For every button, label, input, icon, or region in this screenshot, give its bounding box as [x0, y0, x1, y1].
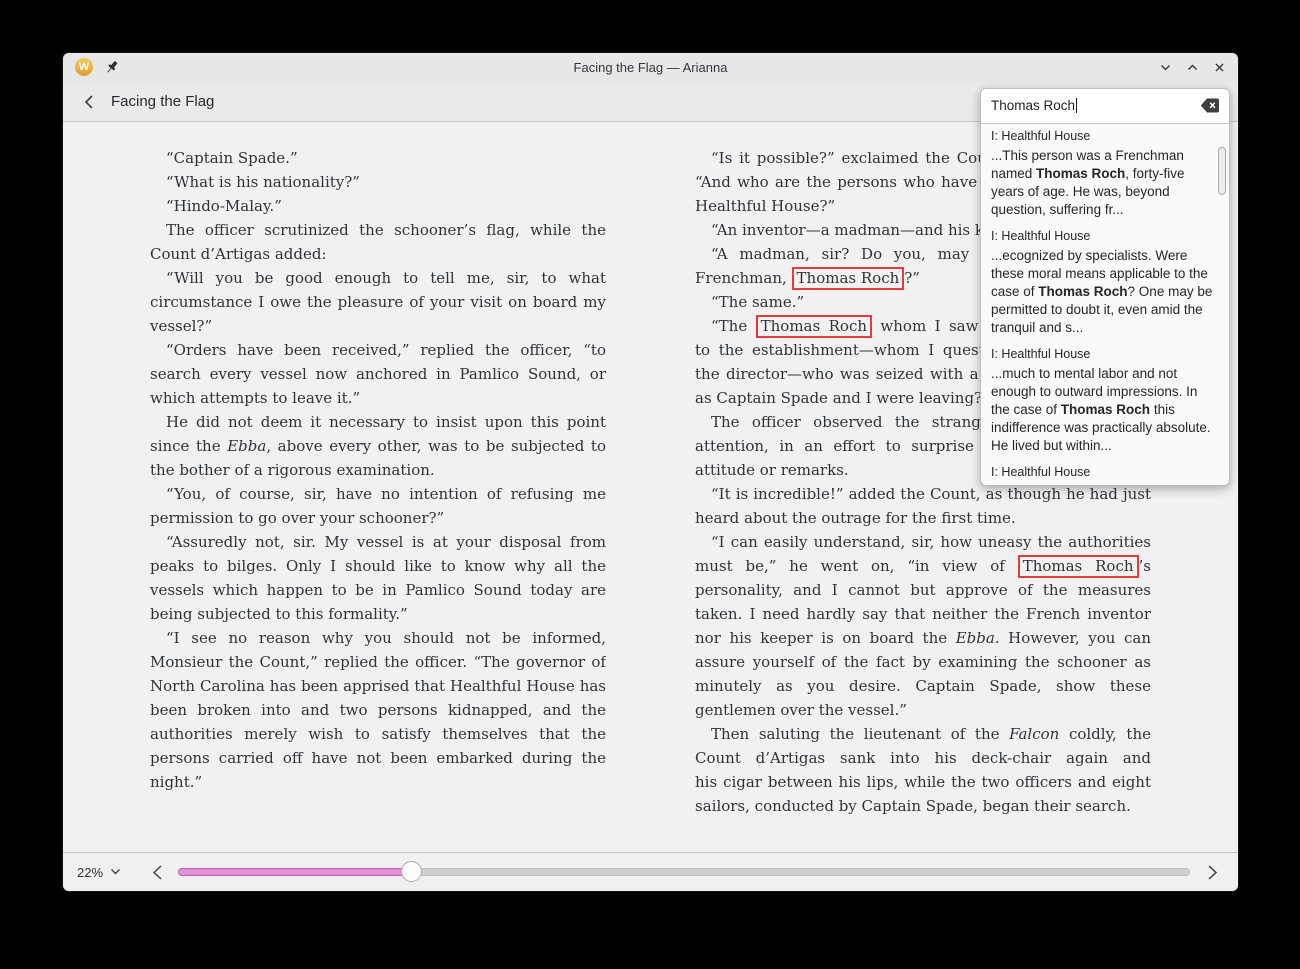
book-text-line: “Captain Spade.” [150, 146, 606, 170]
search-result-item[interactable]: I: Healthful House [991, 465, 1217, 479]
book-column-left: “Captain Spade.”“What is his nationality… [150, 146, 606, 794]
maximize-button[interactable] [1183, 59, 1201, 77]
search-result-item[interactable]: I: Healthful House ...much to mental labo… [991, 347, 1217, 455]
search-popup: Thomas Roch I: Healthful House ...This pe… [980, 88, 1230, 486]
chevron-down-icon [110, 868, 121, 876]
result-chapter-label: I: Healthful House [991, 347, 1217, 361]
book-text-line: night.” [150, 770, 606, 794]
book-text-line: “Hindo-Malay.” [150, 194, 606, 218]
search-input[interactable]: Thomas Roch [991, 89, 1077, 123]
shade-button[interactable] [1156, 59, 1174, 77]
desktop-background: W Facing the Flag — Arianna [0, 0, 1300, 969]
result-chapter-label: I: Healthful House [991, 465, 1217, 479]
book-text-line: since the Ebba, above every other, was t… [150, 434, 606, 458]
book-text-line: taken. I need hardly say that neither th… [695, 602, 1151, 626]
zoom-dropdown[interactable]: 22% [77, 861, 121, 883]
search-field-row: Thomas Roch [981, 89, 1229, 124]
search-result-item[interactable]: I: Healthful House ...This person was a F… [991, 129, 1217, 219]
book-text-line: “I see no reason why you should not be i… [150, 626, 606, 650]
book-text-line: gentlemen over the vessel.” [695, 698, 1151, 722]
close-button[interactable] [1210, 59, 1228, 77]
status-bar: 22% [63, 852, 1238, 891]
book-text-line: Monsieur the Count,” replied the officer… [150, 650, 606, 674]
book-text-line: authorities merely wish to satisfy thems… [150, 722, 606, 746]
book-text-line: “Assuredly not, sir. My vessel is at you… [150, 530, 606, 554]
book-text-line: “You, of course, sir, have no intention … [150, 482, 606, 506]
search-match-highlight: Thomas Roch [756, 315, 872, 338]
back-button[interactable] [78, 91, 100, 113]
next-page-button[interactable] [1200, 860, 1224, 884]
book-text-line: been broken into and two persons kidnapp… [150, 698, 606, 722]
search-result-item[interactable]: I: Healthful House ...ecognized by specia… [991, 229, 1217, 337]
book-text-line: nor his keeper is on board the Ebba. How… [695, 626, 1151, 650]
book-text-line: “I can easily understand, sir, how uneas… [695, 530, 1151, 554]
search-match-highlight: Thomas Roch [1018, 555, 1139, 578]
result-snippet: ...This person was a Frenchman named Tho… [991, 147, 1217, 219]
book-text-line: He did not deem it necessary to insist u… [150, 410, 606, 434]
book-title: Facing the Flag [111, 93, 214, 110]
search-query-text: Thomas Roch [991, 98, 1075, 113]
result-snippet: ...much to mental labor and not enough t… [991, 365, 1217, 455]
book-text-line: Count d’Artigas sank into his deck-chair… [695, 746, 1151, 770]
book-text-line: The officer scrutinized the schooner’s f… [150, 218, 606, 242]
book-text-line: must be,” he went on, “in view of Thomas… [695, 554, 1151, 578]
book-text-line: Then saluting the lieutenant of the Falc… [695, 722, 1151, 746]
result-chapter-label: I: Healthful House [991, 229, 1217, 243]
result-snippet: ...ecognized by specialists. Were these … [991, 247, 1217, 337]
book-text-line: vessel?” [150, 314, 606, 338]
book-text-line: Count d’Artigas added: [150, 242, 606, 266]
window-controls [1156, 53, 1228, 82]
text-cursor [1076, 98, 1077, 113]
titlebar[interactable]: W Facing the Flag — Arianna [63, 53, 1238, 82]
window-title: Facing the Flag — Arianna [63, 53, 1238, 82]
book-text-line: the bother of a rigorous examination. [150, 458, 606, 482]
slider-handle[interactable] [401, 861, 422, 882]
book-text-line: persons carried off have not been embark… [150, 746, 606, 770]
result-chapter-label: I: Healthful House [991, 129, 1217, 143]
book-text-line: which attempts to leave it.” [150, 386, 606, 410]
book-text-line: his cigar between his lips, while the tw… [695, 770, 1151, 794]
book-text-line: circumstance I owe the pleasure of your … [150, 290, 606, 314]
book-text-line: “Will you be good enough to tell me, sir… [150, 266, 606, 290]
book-text-line: minutely as you desire. Captain Spade, s… [695, 674, 1151, 698]
previous-page-button[interactable] [145, 860, 169, 884]
book-text-line: sailors, conducted by Captain Spade, beg… [695, 794, 1151, 818]
book-text-line: search every vessel now anchored in Paml… [150, 362, 606, 386]
book-text-line: vessels which happen to be in Pamlico So… [150, 578, 606, 602]
book-text-line: peaks to bilges. Only I should like to k… [150, 554, 606, 578]
results-scrollbar[interactable] [1218, 147, 1226, 195]
book-text-line: “Orders have been received,” replied the… [150, 338, 606, 362]
book-text-line: “What is his nationality?” [150, 170, 606, 194]
search-match-highlight: Thomas Roch [792, 267, 905, 290]
book-text-line: assure yourself of the fact by examining… [695, 650, 1151, 674]
clear-search-icon[interactable] [1200, 97, 1220, 114]
book-text-line: personality, and I cannot but approve of… [695, 578, 1151, 602]
arianna-window: W Facing the Flag — Arianna [63, 53, 1238, 891]
book-text-line: permission to go over your schooner?” [150, 506, 606, 530]
progress-slider[interactable] [178, 868, 1190, 876]
book-text-line: North Carolina has been apprised that He… [150, 674, 606, 698]
zoom-level: 22% [77, 865, 103, 880]
book-text-line: being subjected to this formality.” [150, 602, 606, 626]
book-text-line: heard about the outrage for the first ti… [695, 506, 1151, 530]
slider-fill [178, 868, 411, 876]
search-results-list: I: Healthful House ...This person was a F… [981, 123, 1219, 485]
